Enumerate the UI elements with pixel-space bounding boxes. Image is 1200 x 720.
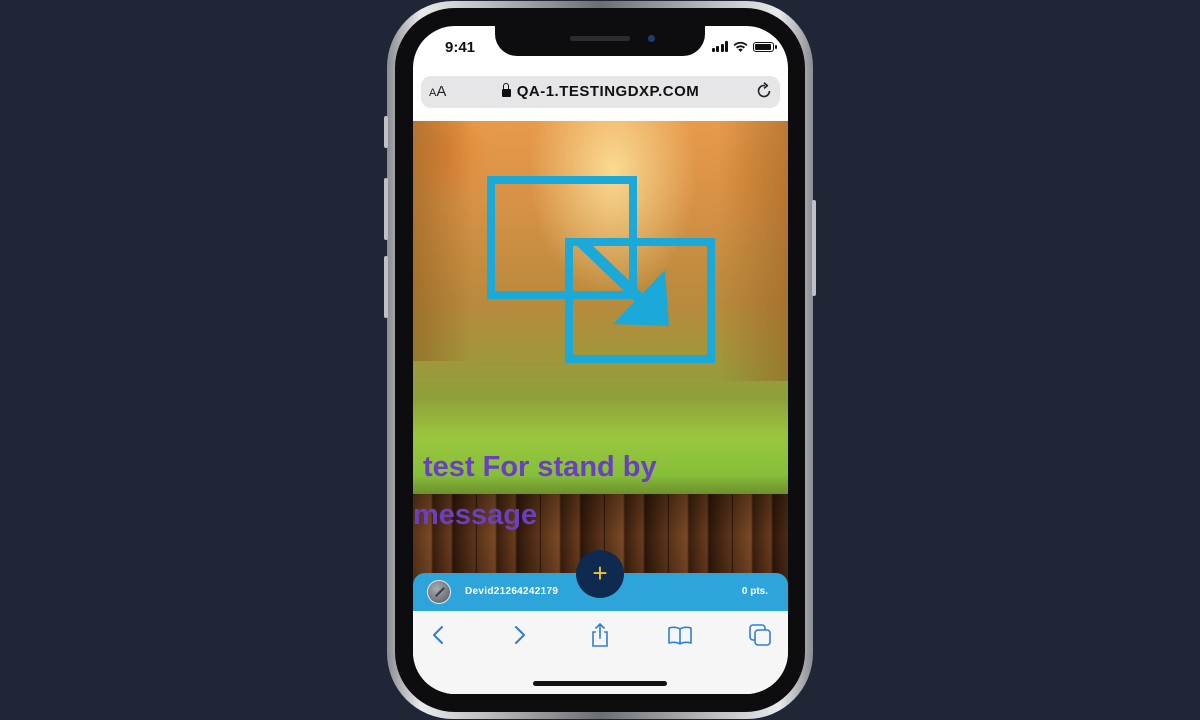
standby-content: test For stand by message xyxy=(413,121,788,599)
avatar[interactable] xyxy=(427,580,451,604)
bookmarks-icon[interactable] xyxy=(667,622,693,648)
notch xyxy=(495,26,705,56)
mute-switch xyxy=(384,116,388,148)
tabs-icon[interactable] xyxy=(747,622,773,648)
volume-down-button xyxy=(384,256,388,318)
standby-message: test For stand by message xyxy=(413,443,788,539)
foliage-right xyxy=(718,121,788,381)
forward-icon[interactable] xyxy=(506,622,532,648)
username: Devid21264242179 xyxy=(465,586,559,597)
wifi-icon xyxy=(733,41,748,52)
speaker xyxy=(570,36,630,41)
url-text: QA-1.TESTINGDXP.COM xyxy=(516,83,700,100)
front-camera xyxy=(648,35,655,42)
standby-message-line1: test For stand by xyxy=(423,451,657,483)
media-placeholder-icon xyxy=(487,176,715,363)
lock-icon xyxy=(501,83,511,97)
volume-up-button xyxy=(384,178,388,240)
address-display[interactable]: QA-1.TESTINGDXP.COM xyxy=(421,83,780,100)
status-icons xyxy=(711,41,777,52)
power-button xyxy=(812,200,816,296)
standby-message-line2: message xyxy=(413,499,538,531)
add-button[interactable]: + xyxy=(576,550,624,598)
foliage-left xyxy=(413,121,473,361)
phone-screen: 9:41 AA QA-1.TESTINGDXP.COM test For sta… xyxy=(413,26,788,694)
url-bar[interactable]: AA QA-1.TESTINGDXP.COM xyxy=(421,76,780,108)
battery-icon xyxy=(753,41,777,52)
cellular-signal-icon xyxy=(711,41,728,52)
status-time: 9:41 xyxy=(445,39,476,56)
share-icon[interactable] xyxy=(587,622,613,648)
back-icon[interactable] xyxy=(426,622,452,648)
reload-icon[interactable] xyxy=(754,81,774,101)
points-display: 0 pts. xyxy=(741,586,768,597)
home-indicator[interactable] xyxy=(533,681,667,686)
